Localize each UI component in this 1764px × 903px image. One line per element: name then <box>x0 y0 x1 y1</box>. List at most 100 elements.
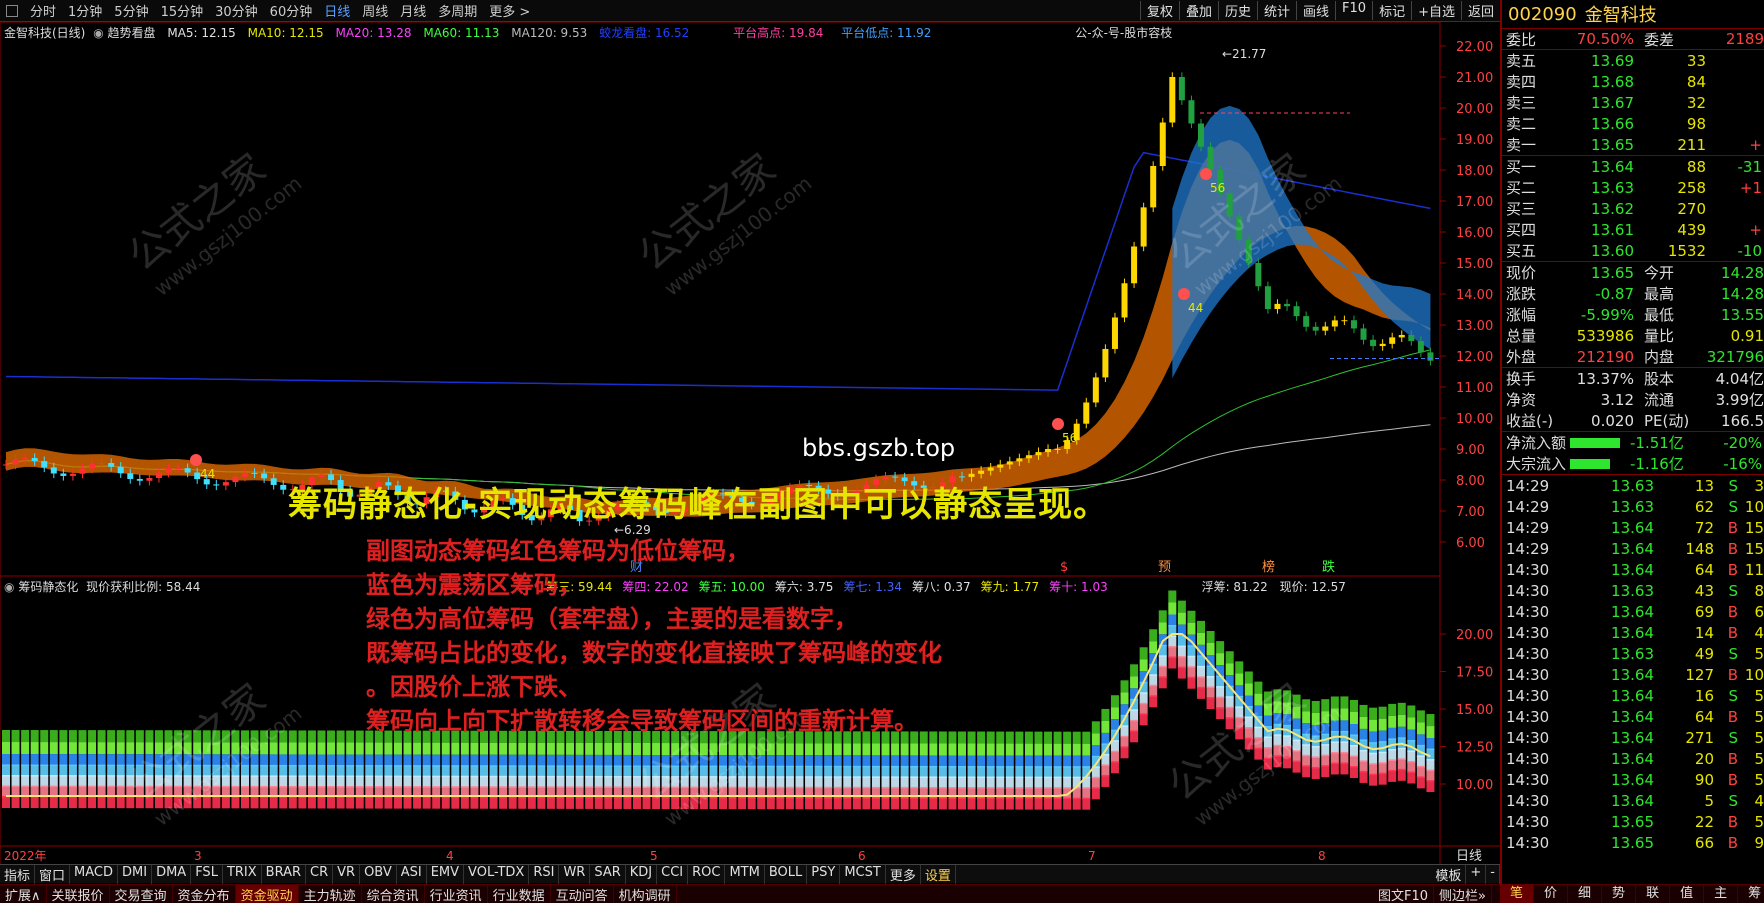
indicator-tab[interactable]: CCI <box>657 864 689 884</box>
indicator-tab[interactable]: BOLL <box>765 864 808 884</box>
bottom-tab[interactable]: 机构调研 <box>614 884 677 903</box>
bottom-tab[interactable]: 主力轨迹 <box>299 884 362 903</box>
bottom-tab[interactable]: 资金驱动 <box>235 884 299 903</box>
chip-cell <box>231 754 240 767</box>
indicator-tab[interactable]: EMV <box>427 864 465 884</box>
period-tab[interactable]: 分时 <box>24 1 62 20</box>
panel-tab[interactable]: 筹 <box>1738 884 1764 903</box>
indicator-tab[interactable]: 指标 <box>0 864 36 884</box>
sub-toggle-icon[interactable]: ◉ <box>4 580 14 594</box>
indicator-tab[interactable]: 更多 <box>886 864 921 884</box>
panel-tab[interactable]: 细 <box>1568 884 1603 903</box>
period-tab[interactable]: 多周期 <box>432 1 483 20</box>
period-tab[interactable]: 60分钟 <box>264 1 319 20</box>
panel-tab[interactable]: 主 <box>1704 884 1739 903</box>
bottom-right-button[interactable]: 侧边栏» <box>1434 884 1492 903</box>
overlay-name[interactable]: 趋势看盘 <box>108 26 156 40</box>
indicator-tab[interactable]: DMA <box>152 864 192 884</box>
bottom-tab[interactable]: 交易查询 <box>110 884 173 903</box>
indicator-tab[interactable]: DMI <box>118 864 153 884</box>
chip-cell <box>661 755 670 768</box>
toolbar-button[interactable]: +自选 <box>1411 1 1461 20</box>
tick-count: 6 <box>1754 602 1764 621</box>
chip-cell <box>1407 771 1416 784</box>
overlay-toggle-icon[interactable]: ◉ <box>93 26 103 40</box>
toolbar-button[interactable]: 标记 <box>1372 1 1411 20</box>
chip-cell <box>709 776 718 789</box>
indicator-tab[interactable]: ROC <box>688 864 726 884</box>
indicator-tab[interactable]: BRAR <box>262 864 307 884</box>
chip-cell <box>231 730 240 743</box>
panel-tab[interactable]: 价 <box>1534 884 1569 903</box>
panel-tab[interactable]: 值 <box>1670 884 1705 903</box>
panel-tab[interactable]: 联 <box>1636 884 1671 903</box>
period-tab[interactable]: 1分钟 <box>62 1 108 20</box>
panel-tab[interactable]: 笔 <box>1500 884 1535 903</box>
indicator-tab[interactable]: VR <box>333 864 361 884</box>
bottom-tab[interactable]: 关联报价 <box>47 884 110 903</box>
bottom-tab[interactable]: 行业资讯 <box>425 884 488 903</box>
overlay-explanation: 副图动态筹码红色筹码为低位筹码， 蓝色为震荡区筹码， 绿色为高位筹码（套牢盘），主要… <box>366 534 942 738</box>
chip-cell <box>1177 612 1186 625</box>
bottom-tab[interactable]: 互动问答 <box>551 884 614 903</box>
period-tab[interactable]: 5分钟 <box>108 1 154 20</box>
indicator-tab[interactable]: KDJ <box>626 864 658 884</box>
period-tab[interactable]: 30分钟 <box>209 1 264 20</box>
indicator-tab[interactable]: MACD <box>70 864 118 884</box>
chip-cell <box>480 742 488 755</box>
chip-cell <box>881 797 890 810</box>
chip-cell <box>785 755 794 768</box>
chip-cell <box>460 742 469 755</box>
chip-cell <box>499 765 508 778</box>
chip-cell <box>346 730 355 743</box>
indicator-tab[interactable]: MTM <box>725 864 765 884</box>
window-toggle-icon[interactable] <box>6 4 18 17</box>
toolbar-button[interactable]: 历史 <box>1217 1 1257 20</box>
indicator-tab[interactable]: CR <box>306 864 334 884</box>
toolbar-button[interactable]: 统计 <box>1257 1 1296 20</box>
chip-cell <box>805 776 814 789</box>
indicator-tab[interactable]: MCST <box>840 864 886 884</box>
indicator-right-button[interactable]: 模板 <box>1431 864 1467 884</box>
tick-count: 5 <box>1754 707 1764 726</box>
indicator-tab[interactable]: PSY <box>807 864 841 884</box>
period-tab[interactable]: 周线 <box>356 1 394 20</box>
sub-title[interactable]: 筹码静态化 <box>18 580 78 594</box>
chip-cell <box>212 754 221 767</box>
bottom-right-button[interactable]: 图文F10 <box>1373 884 1435 903</box>
bottom-tab[interactable]: 扩展∧ <box>0 884 47 903</box>
chip-cell <box>862 797 871 810</box>
period-tab[interactable]: 月线 <box>394 1 432 20</box>
indicator-tab[interactable]: 设置 <box>921 864 956 884</box>
toolbar-button[interactable]: 复权 <box>1139 1 1179 20</box>
indicator-right-button[interactable]: - <box>1486 864 1500 884</box>
panel-tab[interactable]: 势 <box>1602 884 1637 903</box>
chip-cell <box>776 755 785 768</box>
toolbar-button[interactable]: 叠加 <box>1178 1 1218 20</box>
chip-cell <box>460 765 469 778</box>
period-tab[interactable]: 15分钟 <box>155 1 210 20</box>
bottom-tab[interactable]: 综合资讯 <box>362 884 425 903</box>
indicator-tab[interactable]: OBV <box>360 864 397 884</box>
indicator-tab[interactable]: TRIX <box>223 864 262 884</box>
indicator-tab[interactable]: WR <box>559 864 591 884</box>
indicator-tab[interactable]: 窗口 <box>35 864 71 884</box>
indicator-right-button[interactable]: + <box>1466 864 1487 884</box>
indicator-tab[interactable]: VOL-TDX <box>464 864 530 884</box>
toolbar-button[interactable]: F10 <box>1335 1 1372 20</box>
chip-cell <box>241 730 249 743</box>
candle-body <box>22 457 29 460</box>
period-tab[interactable]: 日线 <box>318 1 356 20</box>
bottom-tab[interactable]: 行业数据 <box>488 884 551 903</box>
indicator-tab[interactable]: SAR <box>590 864 626 884</box>
toolbar-button[interactable]: 画线 <box>1296 1 1335 20</box>
indicator-tab[interactable]: ASI <box>397 864 427 884</box>
indicator-tab[interactable]: RSI <box>529 864 560 884</box>
period-tab[interactable]: 更多 > <box>483 1 536 20</box>
indicator-tab[interactable]: FSL <box>191 864 223 884</box>
toolbar-button[interactable]: 返回 <box>1460 1 1500 20</box>
chip-cell <box>317 742 326 755</box>
bottom-tab[interactable]: 资金分布 <box>173 884 236 903</box>
chip-cell <box>843 776 852 789</box>
chip-cell <box>613 754 622 767</box>
